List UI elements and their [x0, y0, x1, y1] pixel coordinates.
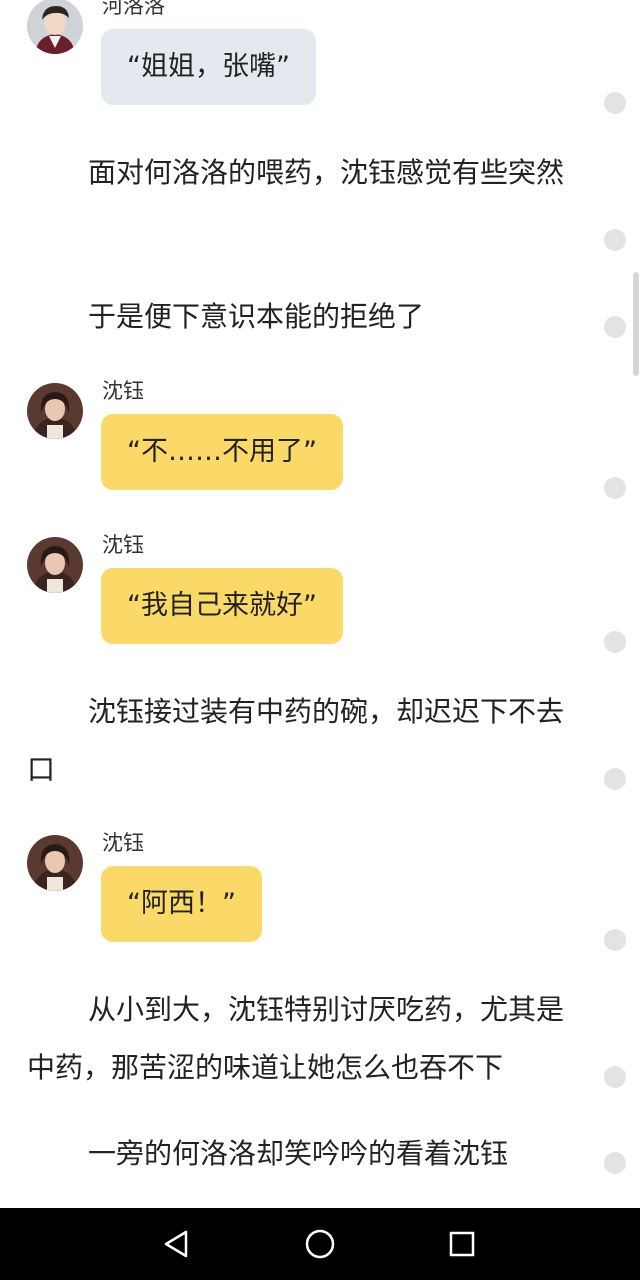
comment-dot[interactable] — [604, 768, 626, 790]
comment-dot[interactable] — [604, 477, 626, 499]
comment-dot[interactable] — [604, 229, 626, 251]
dialogue-bubble[interactable]: “不……不用了” — [101, 414, 343, 490]
comment-dot[interactable] — [604, 1152, 626, 1174]
dialogue-bubble[interactable]: “姐姐，张嘴” — [101, 29, 316, 105]
story-reader[interactable]: 河洛洛 “姐姐，张嘴” 面对何洛洛的喂药，沈钰感觉有些突然 于是便下意识本能的拒… — [0, 0, 640, 1208]
girl-portrait-icon — [27, 537, 83, 593]
recents-button[interactable] — [440, 1222, 484, 1266]
narration-paragraph[interactable]: 面对何洛洛的喂药，沈钰感觉有些突然 — [27, 144, 579, 202]
recents-square-icon — [449, 1231, 475, 1257]
speaker-avatar[interactable] — [27, 0, 83, 54]
comment-dot[interactable] — [604, 1066, 626, 1088]
home-circle-icon — [305, 1229, 335, 1259]
back-triangle-icon — [164, 1230, 188, 1258]
comment-dot[interactable] — [604, 929, 626, 951]
speaker-name: 河洛洛 — [102, 0, 165, 18]
boy-portrait-icon — [27, 0, 83, 54]
speaker-name: 沈钰 — [102, 379, 144, 403]
narration-paragraph[interactable]: 沈钰接过装有中药的碗，却迟迟下不去口 — [27, 683, 579, 799]
scrollbar[interactable] — [633, 272, 639, 376]
dialogue-bubble[interactable]: “阿西！” — [101, 866, 262, 942]
girl-portrait-icon — [27, 383, 83, 439]
comment-dot[interactable] — [604, 316, 626, 338]
speaker-avatar[interactable] — [27, 537, 83, 593]
system-nav-bar — [0, 1208, 640, 1280]
speaker-name: 沈钰 — [102, 533, 144, 557]
speaker-name: 沈钰 — [102, 831, 144, 855]
narration-paragraph[interactable]: 从小到大，沈钰特别讨厌吃药，尤其是中药，那苦涩的味道让她怎么也吞不下 — [27, 981, 579, 1097]
comment-dot[interactable] — [604, 92, 626, 114]
dialogue-bubble[interactable]: “我自己来就好” — [101, 568, 343, 644]
narration-paragraph[interactable]: 于是便下意识本能的拒绝了 — [27, 288, 579, 346]
speaker-avatar[interactable] — [27, 383, 83, 439]
girl-portrait-icon — [27, 835, 83, 891]
speaker-avatar[interactable] — [27, 835, 83, 891]
home-button[interactable] — [298, 1222, 342, 1266]
back-button[interactable] — [155, 1222, 199, 1266]
narration-paragraph[interactable]: 一旁的何洛洛却笑吟吟的看着沈钰 — [27, 1125, 579, 1183]
comment-dot[interactable] — [604, 631, 626, 653]
